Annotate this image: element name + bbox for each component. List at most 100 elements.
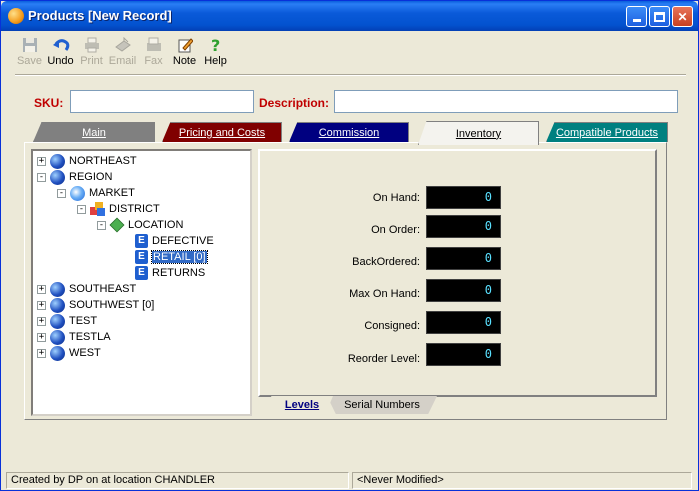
district-blocks-icon bbox=[90, 202, 105, 216]
status-bar: Created by DP on at location CHANDLER <N… bbox=[4, 472, 697, 490]
tree-item-location[interactable]: - LOCATION bbox=[97, 217, 183, 233]
tree-item-label: DEFECTIVE bbox=[152, 235, 214, 247]
toolbar: Save Undo Print Email Fax Note ? Help bbox=[15, 37, 232, 73]
tree-item-southwest[interactable]: + SOUTHWEST [0] bbox=[37, 297, 154, 313]
tab-pricing-and-costs[interactable]: Pricing and Costs bbox=[162, 122, 282, 142]
printer-icon bbox=[83, 37, 101, 53]
tab-compatible-label: Compatible Products bbox=[555, 126, 659, 139]
tab-compatible-products[interactable]: Compatible Products bbox=[546, 122, 668, 142]
tree-item-southeast[interactable]: + SOUTHEAST bbox=[37, 281, 136, 297]
expand-icon[interactable]: + bbox=[37, 332, 46, 342]
svg-text:?: ? bbox=[211, 37, 220, 53]
undo-arrow-icon bbox=[52, 37, 70, 53]
title-bar[interactable]: Products [New Record] ✕ bbox=[1, 1, 698, 31]
note-button[interactable]: Note bbox=[170, 37, 199, 73]
tree-item-label: REGION bbox=[69, 171, 113, 183]
on-order-label: On Order: bbox=[371, 224, 420, 236]
help-button[interactable]: ? Help bbox=[201, 37, 230, 73]
print-label: Print bbox=[80, 55, 103, 67]
expand-icon[interactable]: + bbox=[37, 284, 46, 294]
max-on-hand-label: Max On Hand: bbox=[349, 288, 420, 300]
tab-inventory[interactable]: Inventory bbox=[418, 121, 539, 145]
tree-item-defective[interactable]: E DEFECTIVE bbox=[135, 233, 214, 249]
save-label: Save bbox=[16, 55, 43, 67]
tree-item-label: WEST bbox=[69, 347, 101, 359]
tab-main-label: Main bbox=[82, 126, 106, 139]
note-pencil-icon bbox=[176, 37, 194, 53]
expand-icon[interactable]: + bbox=[37, 156, 46, 166]
tab-commission[interactable]: Commission bbox=[289, 122, 409, 142]
tree-item-label: SOUTHEAST bbox=[69, 283, 137, 295]
max-on-hand-field[interactable]: 0 bbox=[426, 279, 501, 302]
tab-main[interactable]: Main bbox=[33, 122, 155, 142]
expand-icon[interactable]: + bbox=[37, 348, 46, 358]
minimize-icon bbox=[632, 19, 641, 22]
tree-item-testla[interactable]: + TESTLA bbox=[37, 329, 111, 345]
globe-icon bbox=[50, 345, 65, 361]
tab-inventory-label: Inventory bbox=[455, 127, 502, 140]
save-button[interactable]: Save bbox=[15, 37, 44, 73]
description-input[interactable] bbox=[334, 90, 678, 113]
undo-label: Undo bbox=[47, 55, 74, 67]
bin-icon: E bbox=[135, 266, 148, 280]
tree-item-market[interactable]: - MARKET bbox=[57, 185, 135, 201]
tree-item-label: RETAIL [0] bbox=[151, 250, 208, 264]
subtab-serial-numbers[interactable]: Serial Numbers bbox=[327, 396, 437, 414]
bin-icon: E bbox=[135, 250, 148, 264]
globe-icon bbox=[50, 169, 65, 185]
consigned-label: Consigned: bbox=[364, 320, 420, 332]
toolbar-separator bbox=[15, 74, 686, 76]
sku-input[interactable] bbox=[70, 90, 254, 113]
tree-item-label: MARKET bbox=[89, 187, 135, 199]
description-label: Description: bbox=[259, 96, 330, 110]
tree-item-west[interactable]: + WEST bbox=[37, 345, 101, 361]
expand-icon[interactable]: + bbox=[37, 300, 46, 310]
fax-label: Fax bbox=[144, 55, 163, 67]
floppy-disk-icon bbox=[21, 37, 39, 53]
subtab-serial-label: Serial Numbers bbox=[344, 399, 420, 411]
tree-item-label: RETURNS bbox=[152, 267, 206, 279]
subtab-levels[interactable]: Levels bbox=[271, 396, 333, 414]
globe-icon bbox=[50, 281, 65, 297]
tree-item-label: LOCATION bbox=[128, 219, 184, 231]
collapse-icon[interactable]: - bbox=[97, 220, 106, 230]
backordered-label: BackOrdered: bbox=[352, 256, 420, 268]
tab-commission-label: Commission bbox=[318, 126, 380, 139]
market-globe-icon bbox=[70, 185, 85, 201]
email-button[interactable]: Email bbox=[108, 37, 137, 73]
tree-item-northeast[interactable]: + NORTHEAST bbox=[37, 153, 137, 169]
expand-icon[interactable]: + bbox=[37, 316, 46, 326]
backordered-field[interactable]: 0 bbox=[426, 247, 501, 270]
globe-icon bbox=[50, 329, 65, 345]
location-tree[interactable]: + NORTHEAST - REGION - MARKET - DISTRICT… bbox=[31, 149, 252, 416]
collapse-icon[interactable]: - bbox=[77, 204, 86, 214]
help-label: Help bbox=[204, 55, 227, 67]
fax-icon bbox=[145, 37, 163, 53]
tree-item-label: SOUTHWEST [0] bbox=[69, 299, 155, 311]
tree-item-test[interactable]: + TEST bbox=[37, 313, 97, 329]
subtab-levels-label: Levels bbox=[284, 399, 320, 411]
status-modified: <Never Modified> bbox=[352, 472, 692, 489]
tree-item-region[interactable]: - REGION bbox=[37, 169, 112, 185]
on-hand-field[interactable]: 0 bbox=[426, 186, 501, 209]
print-button[interactable]: Print bbox=[77, 37, 106, 73]
undo-button[interactable]: Undo bbox=[46, 37, 75, 73]
tree-item-retail[interactable]: E RETAIL [0] bbox=[135, 249, 208, 265]
tab-pricing-label: Pricing and Costs bbox=[178, 126, 266, 139]
maximize-button[interactable] bbox=[649, 6, 670, 27]
on-order-field[interactable]: 0 bbox=[426, 215, 501, 238]
close-button[interactable]: ✕ bbox=[672, 6, 693, 27]
collapse-icon[interactable]: - bbox=[37, 172, 46, 182]
status-created: Created by DP on at location CHANDLER bbox=[6, 472, 349, 489]
sku-label: SKU: bbox=[34, 96, 64, 110]
window-title: Products [New Record] bbox=[28, 8, 172, 23]
fax-button[interactable]: Fax bbox=[139, 37, 168, 73]
minimize-button[interactable] bbox=[626, 6, 647, 27]
reorder-level-field[interactable]: 0 bbox=[426, 343, 501, 366]
tree-item-label: TESTLA bbox=[69, 331, 111, 343]
on-hand-label: On Hand: bbox=[372, 192, 420, 204]
tree-item-district[interactable]: - DISTRICT bbox=[77, 201, 160, 217]
consigned-field[interactable]: 0 bbox=[426, 311, 501, 334]
tree-item-returns[interactable]: E RETURNS bbox=[135, 265, 205, 281]
collapse-icon[interactable]: - bbox=[57, 188, 66, 198]
